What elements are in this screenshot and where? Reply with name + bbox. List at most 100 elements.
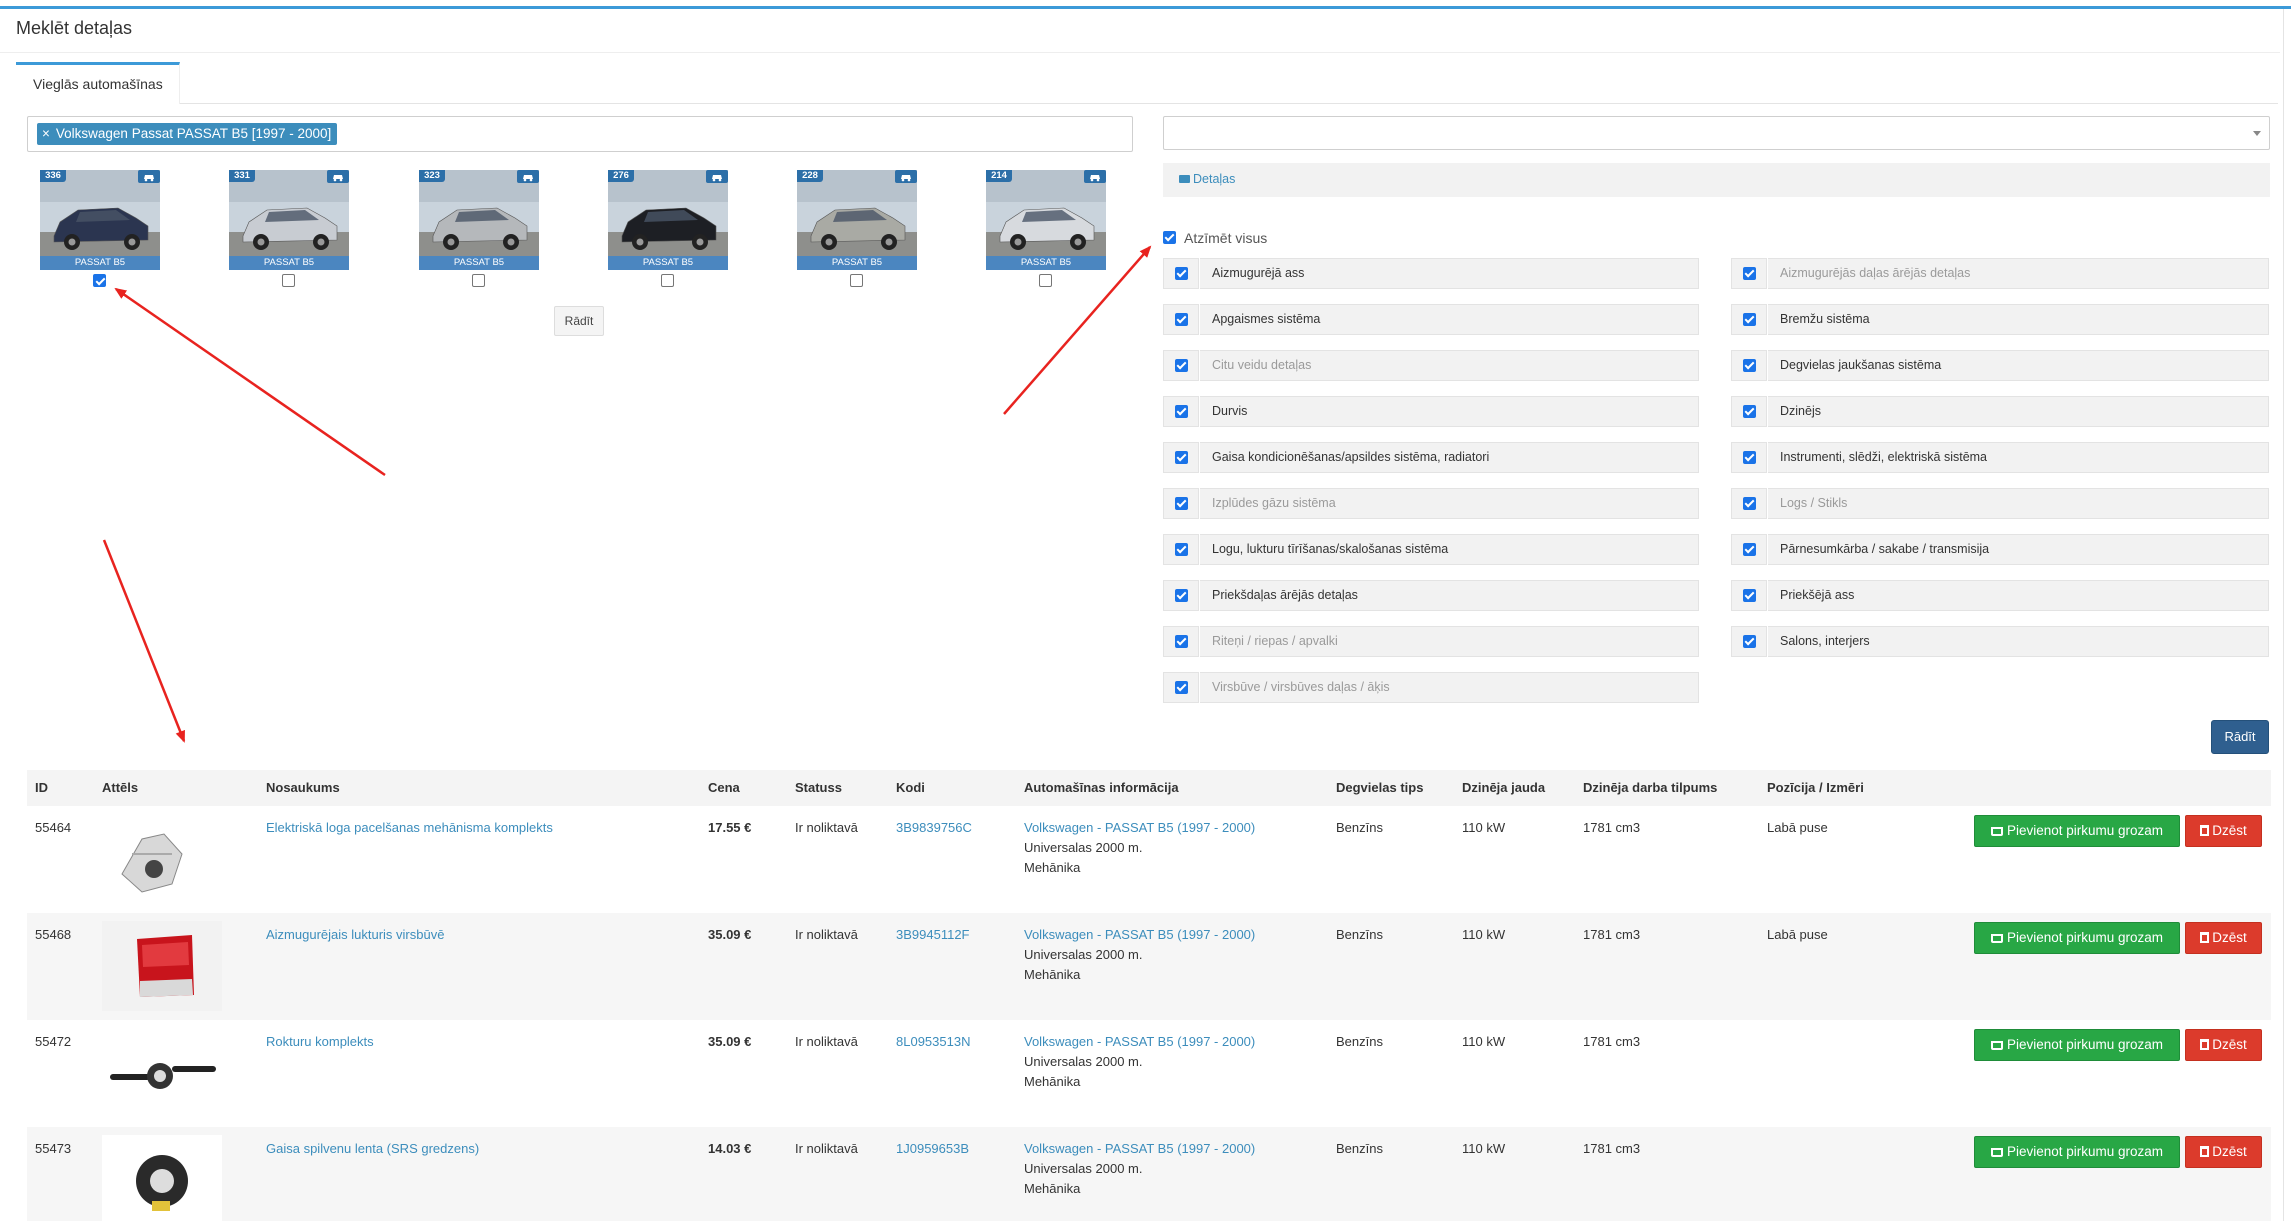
category-checkbox[interactable] xyxy=(1743,267,1756,280)
car-select-checkbox[interactable] xyxy=(93,274,106,287)
part-code-link[interactable]: 1J0959653B xyxy=(896,1139,969,1159)
category-checkbox[interactable] xyxy=(1175,405,1188,418)
show-cars-button[interactable]: Rādīt xyxy=(554,306,604,336)
part-code-link[interactable]: 3B9945112F xyxy=(896,925,970,945)
category-item[interactable]: Apgaismes sistēma xyxy=(1163,304,1699,335)
car-photo[interactable]: 336 PASSAT B5 xyxy=(40,170,160,270)
category-checkbox[interactable] xyxy=(1743,405,1756,418)
category-item[interactable]: Logu, lukturu tīrīšanas/skalošanas sistē… xyxy=(1163,534,1699,565)
car-select-checkbox[interactable] xyxy=(850,274,863,287)
check-all[interactable]: Atzīmēt visus xyxy=(1163,230,1267,246)
delete-label: Dzēst xyxy=(2212,1144,2247,1159)
tab-passenger-cars[interactable]: Vieglās automašīnas xyxy=(16,62,180,104)
col-power: Dzinēja jauda xyxy=(1462,780,1546,795)
show-parts-button[interactable]: Rādīt xyxy=(2211,720,2269,754)
category-checkbox[interactable] xyxy=(1175,681,1188,694)
category-checkbox[interactable] xyxy=(1743,589,1756,602)
part-name-link[interactable]: Elektriskā loga pacelšanas mehānisma kom… xyxy=(266,818,553,838)
category-item[interactable]: Virsbūve / virsbūves daļas / āķis xyxy=(1163,672,1699,703)
part-name-link[interactable]: Aizmugurējais lukturis virsbūvē xyxy=(266,925,444,945)
category-item[interactable]: Priekšdaļas ārējās detaļas xyxy=(1163,580,1699,611)
add-to-cart-button[interactable]: Pievienot pirkumu grozam xyxy=(1974,922,2180,954)
category-item[interactable]: Izplūdes gāzu sistēma xyxy=(1163,488,1699,519)
category-checkbox[interactable] xyxy=(1175,589,1188,602)
vehicle-chip-label: Volkswagen Passat PASSAT B5 [1997 - 2000… xyxy=(55,126,332,141)
part-status: Ir noliktavā xyxy=(795,1034,858,1049)
car-photo[interactable]: 331 PASSAT B5 xyxy=(229,170,349,270)
details-label: Detaļas xyxy=(1193,172,1236,186)
part-code-link[interactable]: 3B9839756C xyxy=(896,818,972,838)
part-name-link[interactable]: Gaisa spilvenu lenta (SRS gredzens) xyxy=(266,1139,479,1159)
category-checkbox[interactable] xyxy=(1743,359,1756,372)
vehicle-filter-input[interactable]: × Volkswagen Passat PASSAT B5 [1997 - 200… xyxy=(27,116,1133,152)
category-item[interactable]: Durvis xyxy=(1163,396,1699,427)
add-to-cart-button[interactable]: Pievienot pirkumu grozam xyxy=(1974,1029,2180,1061)
part-code-link[interactable]: 8L0953513N xyxy=(896,1032,970,1052)
delete-button[interactable]: Dzēst xyxy=(2185,1136,2262,1168)
category-checkbox-box xyxy=(1731,626,1767,657)
car-model-label: PASSAT B5 xyxy=(419,256,539,270)
category-checkbox[interactable] xyxy=(1175,497,1188,510)
car-info-link[interactable]: Volkswagen - PASSAT B5 (1997 - 2000) xyxy=(1024,925,1255,945)
category-item[interactable]: Dzinējs xyxy=(1731,396,2269,427)
check-all-checkbox[interactable] xyxy=(1163,231,1176,244)
part-thumbnail[interactable] xyxy=(102,1135,222,1221)
car-photo[interactable]: 276 PASSAT B5 xyxy=(608,170,728,270)
part-thumbnail[interactable] xyxy=(102,1028,222,1118)
category-item[interactable]: Logs / Stikls xyxy=(1731,488,2269,519)
category-item[interactable]: Salons, interjers xyxy=(1731,626,2269,657)
car-image xyxy=(40,170,160,270)
delete-button[interactable]: Dzēst xyxy=(2185,815,2262,847)
category-checkbox[interactable] xyxy=(1743,497,1756,510)
category-item[interactable]: Aizmugurējā ass xyxy=(1163,258,1699,289)
car-select-checkbox[interactable] xyxy=(472,274,485,287)
part-thumbnail[interactable] xyxy=(102,921,222,1011)
category-item[interactable]: Bremžu sistēma xyxy=(1731,304,2269,335)
category-item[interactable]: Degvielas jaukšanas sistēma xyxy=(1731,350,2269,381)
category-item[interactable]: Aizmugurējās daļas ārējās detaļas xyxy=(1731,258,2269,289)
category-checkbox[interactable] xyxy=(1175,543,1188,556)
car-select-checkbox[interactable] xyxy=(282,274,295,287)
category-item[interactable]: Gaisa kondicionēšanas/apsildes sistēma, … xyxy=(1163,442,1699,473)
part-thumbnail[interactable] xyxy=(102,814,222,904)
car-info-link[interactable]: Volkswagen - PASSAT B5 (1997 - 2000) xyxy=(1024,1032,1255,1052)
category-item[interactable]: Citu veidu detaļas xyxy=(1163,350,1699,381)
delete-button[interactable]: Dzēst xyxy=(2185,922,2262,954)
category-checkbox[interactable] xyxy=(1175,267,1188,280)
cart-icon xyxy=(1990,1148,2003,1157)
part-fuel: Benzīns xyxy=(1336,820,1383,835)
details-link[interactable]: Detaļas xyxy=(1179,172,1235,186)
category-checkbox[interactable] xyxy=(1175,359,1188,372)
category-item[interactable]: Riteņi / riepas / apvalki xyxy=(1163,626,1699,657)
chip-remove-icon[interactable]: × xyxy=(42,126,50,141)
category-checkbox[interactable] xyxy=(1743,451,1756,464)
category-item[interactable]: Priekšējā ass xyxy=(1731,580,2269,611)
car-photo[interactable]: 228 PASSAT B5 xyxy=(797,170,917,270)
car-select-checkbox[interactable] xyxy=(1039,274,1052,287)
annotation-arrow-car-checkbox xyxy=(114,287,386,477)
delete-button[interactable]: Dzēst xyxy=(2185,1029,2262,1061)
part-price: 17.55 € xyxy=(708,820,752,835)
category-checkbox[interactable] xyxy=(1743,543,1756,556)
category-select[interactable] xyxy=(1163,116,2270,150)
category-checkbox[interactable] xyxy=(1743,313,1756,326)
add-to-cart-button[interactable]: Pievienot pirkumu grozam xyxy=(1974,1136,2180,1168)
category-label: Salons, interjers xyxy=(1768,626,2269,657)
category-checkbox[interactable] xyxy=(1175,451,1188,464)
add-to-cart-button[interactable]: Pievienot pirkumu grozam xyxy=(1974,815,2180,847)
car-photo[interactable]: 214 PASSAT B5 xyxy=(986,170,1106,270)
category-checkbox[interactable] xyxy=(1175,635,1188,648)
category-label: Durvis xyxy=(1200,396,1699,427)
category-item[interactable]: Pārnesumkārba / sakabe / transmisija xyxy=(1731,534,2269,565)
car-info-link[interactable]: Volkswagen - PASSAT B5 (1997 - 2000) xyxy=(1024,818,1255,838)
add-to-cart-label: Pievienot pirkumu grozam xyxy=(2006,930,2164,945)
part-name-link[interactable]: Rokturu komplekts xyxy=(266,1032,374,1052)
car-photo[interactable]: 323 PASSAT B5 xyxy=(419,170,539,270)
category-checkbox[interactable] xyxy=(1175,313,1188,326)
car-info-link[interactable]: Volkswagen - PASSAT B5 (1997 - 2000) xyxy=(1024,1139,1255,1159)
category-checkbox[interactable] xyxy=(1743,635,1756,648)
category-checkbox-box xyxy=(1163,534,1199,565)
category-item[interactable]: Instrumenti, slēdži, elektriskā sistēma xyxy=(1731,442,2269,473)
car-select-checkbox[interactable] xyxy=(661,274,674,287)
category-checkbox-box xyxy=(1163,672,1199,703)
